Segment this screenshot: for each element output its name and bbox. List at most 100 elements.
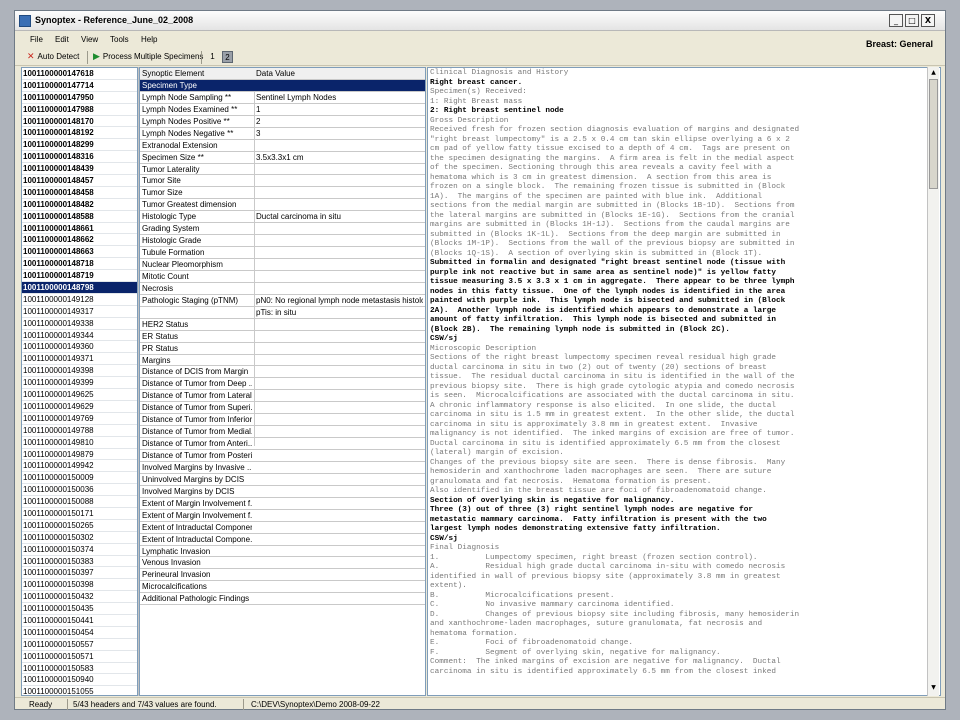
report-list-item[interactable]: 1001100000150583	[22, 663, 137, 675]
grid-row[interactable]: Lymph Nodes Examined ** 1	[140, 104, 425, 116]
grid-row[interactable]: Venous Invasion	[140, 557, 425, 570]
report-list-item[interactable]: 1001100000150441	[22, 615, 137, 627]
grid-row[interactable]: Distance of DCIS from Margin	[140, 366, 425, 379]
grid-row[interactable]: Lymph Nodes Negative ** 3	[140, 128, 425, 140]
grid-row[interactable]: Lymph Node Sampling ** Sentinel Lymph Nod…	[140, 92, 425, 104]
grid-row[interactable]: HER2 Status	[140, 319, 425, 331]
report-list-item[interactable]: 1001100000149371	[22, 353, 137, 366]
synoptic-element[interactable]: Specimen Size **	[142, 152, 252, 164]
report-list-item[interactable]: 1001100000148719	[22, 270, 137, 283]
synoptic-element[interactable]: ER Status	[142, 331, 252, 343]
report-list-item[interactable]: 1001100000150571	[22, 651, 137, 663]
report-list-item[interactable]: 1001100000148170	[22, 116, 137, 128]
synoptic-element[interactable]: Lymph Nodes Examined **	[142, 104, 252, 116]
grid-row[interactable]: Distance of Tumor from Medial...	[140, 426, 425, 439]
synoptic-element[interactable]: Mitotic Count	[142, 271, 252, 283]
report-list-item[interactable]: 1001100000147714	[22, 80, 137, 92]
synoptic-element[interactable]: Necrosis	[142, 283, 252, 295]
grid-row[interactable]: Margins	[140, 355, 425, 367]
report-list-item[interactable]: 1001100000148316	[22, 151, 137, 164]
grid-row[interactable]: PR Status	[140, 343, 425, 355]
grid-row[interactable]: Distance of Tumor from Lateral...	[140, 390, 425, 403]
minimize-button[interactable]: _	[889, 14, 903, 27]
synoptic-element[interactable]: Microcalcifications	[142, 581, 252, 593]
report-text-scrollbar[interactable]: ▲ ▼	[927, 67, 939, 696]
grid-row[interactable]: Extent of Margin Involvement f...	[140, 510, 425, 522]
synoptic-element[interactable]: Distance of Tumor from Anteri...	[142, 438, 252, 450]
report-text[interactable]: Clinical Diagnosis and History Right brea…	[430, 69, 924, 677]
grid-row[interactable]: Distance of Tumor from Superi...	[140, 402, 425, 415]
report-list-item[interactable]: 1001100000147988	[22, 104, 137, 116]
synoptic-element[interactable]: Pathologic Staging (pTNM)	[142, 295, 252, 307]
report-list-item[interactable]: 1001100000147618	[22, 68, 137, 80]
grid-row[interactable]: Extent of Margin Involvement f...	[140, 498, 425, 510]
scroll-up-icon[interactable]: ▲	[928, 68, 939, 78]
synoptic-element[interactable]: Histologic Grade	[142, 235, 252, 247]
report-text-panel[interactable]: Clinical Diagnosis and History Right brea…	[427, 67, 941, 696]
synoptic-element[interactable]: Distance of Tumor from Inferior...	[142, 414, 252, 426]
report-list-item[interactable]: 1001100000150171	[22, 508, 137, 520]
synoptic-element[interactable]: Extent of Margin Involvement f...	[142, 498, 252, 510]
menu-help[interactable]: Help	[141, 35, 157, 44]
menu-view[interactable]: View	[81, 35, 98, 44]
report-list-item[interactable]: 1001100000149879	[22, 449, 137, 461]
report-list-item[interactable]: 1001100000149810	[22, 437, 137, 449]
process-multiple-button[interactable]: ▶ Process Multiple Specimens	[93, 52, 203, 62]
synoptic-element[interactable]: Extent of Margin Involvement f...	[142, 510, 252, 522]
report-list-item[interactable]: 1001100000149788	[22, 425, 137, 437]
data-value[interactable]: Ductal carcinoma in situ	[256, 211, 423, 223]
report-list-item[interactable]: 1001100000148299	[22, 139, 137, 152]
grid-row[interactable]: Distance of Tumor from Inferior...	[140, 414, 425, 427]
column-header-value[interactable]: Data Value	[256, 68, 423, 80]
data-value[interactable]: pN0: No regional lymph node metastasis h…	[256, 295, 423, 307]
synoptic-element[interactable]: Tumor Site	[142, 175, 252, 187]
data-value[interactable]: Sentinel Lymph Nodes	[256, 92, 423, 104]
menu-edit[interactable]: Edit	[55, 35, 69, 44]
report-list-item[interactable]: 1001100000150374	[22, 544, 137, 556]
report-list-item[interactable]: 1001100000148588	[22, 211, 137, 223]
grid-row[interactable]: Distance of Tumor from Posteri...	[140, 450, 425, 462]
report-list-item[interactable]: 1001100000148439	[22, 163, 137, 176]
scroll-thumb[interactable]	[929, 79, 938, 189]
report-list-item[interactable]: 1001100000149398	[22, 365, 137, 378]
synoptic-element[interactable]: Distance of Tumor from Deep ...	[142, 378, 252, 390]
report-list-item[interactable]: 1001100000149629	[22, 401, 137, 413]
report-list-item[interactable]: 1001100000149769	[22, 413, 137, 425]
grid-row[interactable]: Specimen Size ** 3.5x3.3x1 cm	[140, 152, 425, 164]
report-list-item[interactable]: 1001100000148718	[22, 258, 137, 271]
grid-row[interactable]: Additional Pathologic Findings	[140, 593, 425, 606]
close-button[interactable]: X	[921, 14, 935, 27]
report-list-item[interactable]: 1001100000148661	[22, 223, 137, 235]
report-list-item[interactable]: 1001100000150940	[22, 674, 137, 687]
report-list-item[interactable]: 1001100000150009	[22, 472, 137, 485]
synoptic-element[interactable]: Perineural Invasion	[142, 569, 252, 581]
page-1-button[interactable]: 1	[207, 51, 218, 63]
report-list-item[interactable]: 1001100000148482	[22, 199, 137, 211]
report-list-item[interactable]: 1001100000148458	[22, 187, 137, 199]
grid-row[interactable]: ER Status	[140, 331, 425, 343]
maximize-button[interactable]: □	[905, 14, 919, 27]
grid-row[interactable]: Histologic Grade	[140, 235, 425, 248]
grid-row[interactable]: Pathologic Staging (pTNM) pN0: No regiona…	[140, 295, 425, 307]
grid-row[interactable]: Mitotic Count	[140, 271, 425, 283]
report-list-item[interactable]: 1001100000148663	[22, 246, 137, 259]
grid-row[interactable]: Necrosis	[140, 283, 425, 295]
synoptic-element[interactable]: Tubule Formation	[142, 247, 252, 259]
synoptic-element[interactable]: Nuclear Pleomorphism	[142, 259, 252, 271]
synoptic-element[interactable]: Distance of Tumor from Medial...	[142, 426, 252, 438]
report-list-item[interactable]: 1001100000150036	[22, 484, 137, 497]
grid-row[interactable]: Tumor Size	[140, 187, 425, 200]
grid-row[interactable]: Extent of Intraductal Component	[140, 522, 425, 534]
synoptic-element[interactable]: Tumor Greatest dimension	[142, 199, 252, 211]
synoptic-element[interactable]: Involved Margins by DCIS	[142, 486, 252, 498]
report-list-item[interactable]: 1001100000150435	[22, 603, 137, 615]
grid-row[interactable]: Tubule Formation	[140, 247, 425, 259]
grid-row[interactable]: Involved Margins by DCIS	[140, 486, 425, 498]
synoptic-element[interactable]: Extent of Intraductal Compone...	[142, 534, 252, 546]
synoptic-element[interactable]: Grading System	[142, 223, 252, 235]
grid-row[interactable]: Lymph Nodes Positive ** 2	[140, 116, 425, 128]
synoptic-element[interactable]: Tumor Laterality	[142, 164, 252, 176]
report-list-item[interactable]: 1001100000151055	[22, 686, 137, 695]
report-list-item[interactable]: 1001100000148662	[22, 234, 137, 247]
synoptic-element[interactable]: Specimen Type	[142, 80, 252, 92]
